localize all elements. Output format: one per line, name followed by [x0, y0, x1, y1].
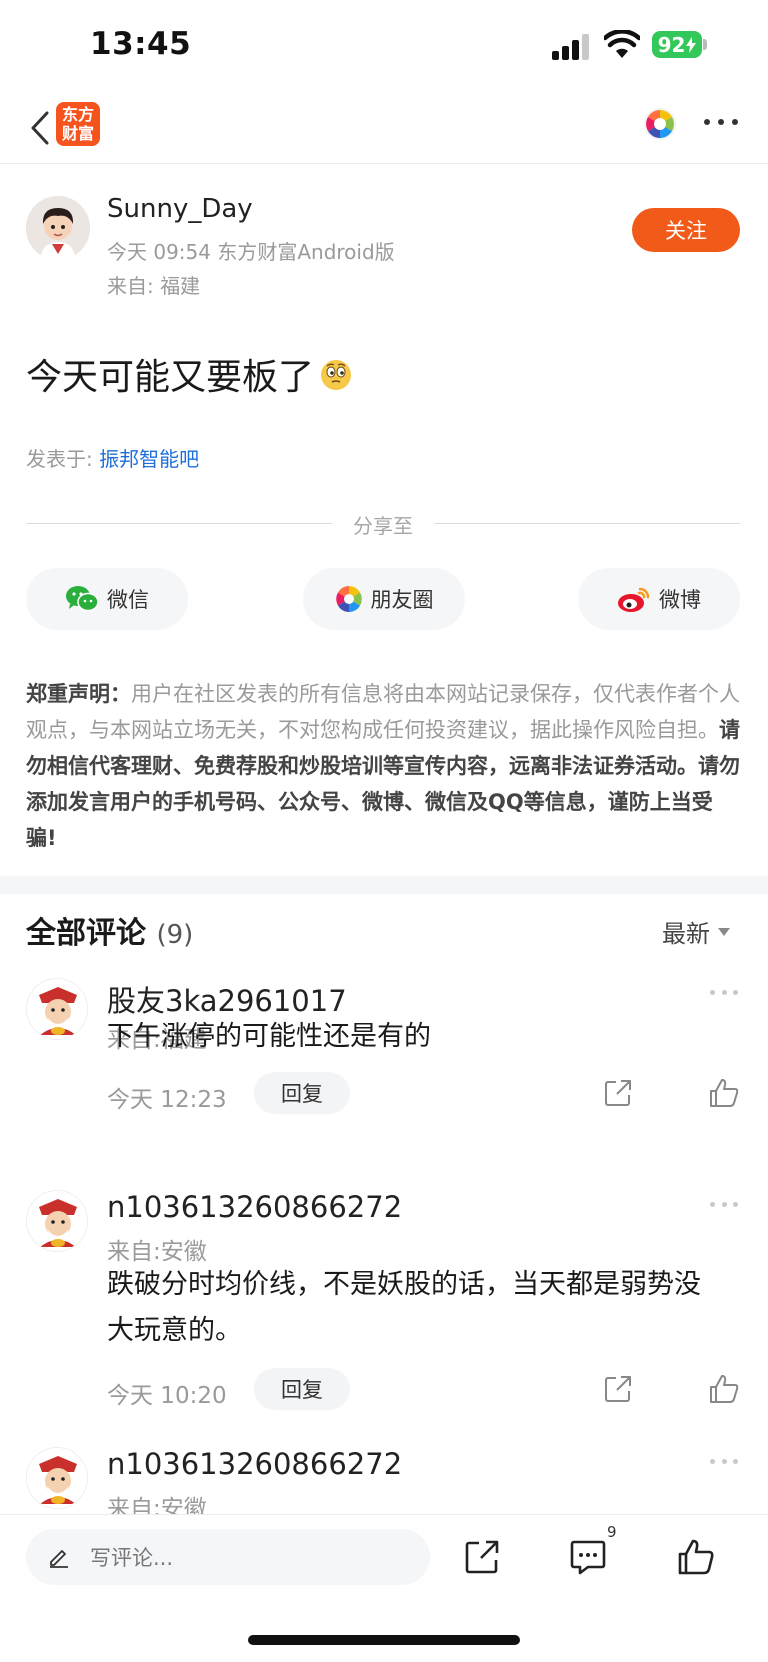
thumbs-up-icon[interactable] [708, 1373, 740, 1405]
bottom-action-bar: 写评论... 9 [0, 1514, 768, 1662]
back-button[interactable] [20, 104, 60, 152]
comment-time: 今天 10:20 [107, 1383, 227, 1409]
section-divider [0, 876, 768, 894]
wifi-icon [604, 30, 640, 58]
comment-text: 跌破分时均价线，不是妖股的话，当天都是弱势没大玩意的。 [107, 1269, 701, 1346]
battery-tip [703, 39, 707, 50]
commenter-location: 来自:安徽 [107, 1496, 207, 1514]
pencil-icon [50, 1550, 68, 1568]
commenter-location: 来自:安徽 [107, 1239, 207, 1265]
comment-text: 下午涨停的可能性还是有的 [107, 1021, 431, 1052]
follow-button[interactable]: 关注 [632, 208, 740, 252]
reply-button[interactable]: 回复 [254, 1368, 350, 1410]
nav-bar: 东方 财富 [0, 92, 768, 164]
app-logo[interactable]: 东方 财富 [56, 102, 100, 146]
comment-count-badge: 9 [607, 1523, 617, 1541]
moments-icon [335, 586, 362, 612]
sort-dropdown[interactable]: 最新 [662, 914, 730, 949]
post-title: 今天可能又要板了 [26, 348, 354, 400]
author-header: Sunny_Day 今天 09:54 东方财富Android版 来自: 福建 关… [0, 190, 768, 300]
moments-share-icon[interactable] [642, 106, 678, 142]
commenter-avatar[interactable] [26, 1447, 88, 1509]
share-wechat-button[interactable]: 微信 [26, 568, 188, 630]
comment-more-icon[interactable] [710, 1202, 738, 1210]
disclaimer-heading: 郑重声明： [26, 682, 131, 706]
share-icon[interactable] [602, 1373, 634, 1405]
comment-input[interactable]: 写评论... [26, 1529, 430, 1585]
author-name[interactable]: Sunny_Day [107, 194, 253, 224]
comment-more-icon[interactable] [710, 1459, 738, 1467]
comment-time: 今天 12:23 [107, 1087, 227, 1113]
forum-link[interactable]: 振邦智能吧 [99, 447, 199, 471]
caret-down-icon [718, 927, 730, 936]
post-meta: 今天 09:54 东方财富Android版 [107, 240, 395, 264]
more-options-icon[interactable] [704, 112, 738, 132]
wechat-icon [66, 586, 99, 612]
posted-in-label: 发表于: [26, 447, 93, 471]
comments-header: 全部评论 (9) [26, 908, 193, 952]
share-icon[interactable] [462, 1537, 502, 1577]
charging-icon [686, 36, 697, 53]
posted-in: 发表于: 振邦智能吧 [26, 443, 199, 472]
share-wechat-label: 微信 [107, 588, 149, 612]
signal-icon [552, 34, 592, 60]
share-divider: 分享至 [26, 508, 740, 538]
author-avatar[interactable] [26, 196, 90, 260]
home-indicator [248, 1635, 520, 1645]
comments-title: 全部评论 [26, 916, 146, 951]
chevron-left-icon [31, 111, 49, 145]
comments-count: (9) [156, 920, 194, 950]
thinking-face-emoji-icon [321, 360, 352, 390]
share-weibo-label: 微博 [659, 588, 701, 612]
share-weibo-button[interactable]: 微博 [578, 568, 740, 630]
sort-label: 最新 [662, 920, 710, 948]
comment-icon[interactable] [568, 1537, 608, 1577]
author-location: 来自: 福建 [107, 274, 201, 298]
commenter-name[interactable]: n103613260866272 [107, 1190, 402, 1224]
logo-text-top: 东方 [61, 105, 94, 124]
commenter-name[interactable]: n103613260866272 [107, 1447, 402, 1481]
post-title-text: 今天可能又要板了 [26, 357, 315, 398]
share-label: 分享至 [353, 514, 413, 538]
commenter-avatar[interactable] [26, 1190, 88, 1252]
battery-level: 92 [657, 32, 686, 57]
disclaimer-text: 用户在社区发表的所有信息将由本网站记录保存，仅代表作者个人观点，与本网站立场无关… [26, 682, 740, 742]
thumbs-up-icon[interactable] [676, 1537, 716, 1577]
comment-item: n103613260866272 来自:安徽 [0, 1447, 768, 1514]
status-time: 13:45 [90, 26, 192, 62]
comment-input-placeholder: 写评论... [90, 1546, 174, 1570]
share-moments-button[interactable]: 朋友圈 [303, 568, 465, 630]
disclaimer: 郑重声明：用户在社区发表的所有信息将由本网站记录保存，仅代表作者个人观点，与本网… [26, 676, 742, 856]
logo-text-bottom: 财富 [61, 124, 94, 143]
thumbs-up-icon[interactable] [708, 1077, 740, 1109]
reply-button[interactable]: 回复 [254, 1072, 350, 1114]
status-bar: 13:45 92 [0, 0, 768, 92]
commenter-avatar[interactable] [26, 978, 88, 1040]
comment-more-icon[interactable] [710, 990, 738, 998]
battery-indicator: 92 [652, 31, 702, 58]
share-moments-label: 朋友圈 [370, 588, 434, 612]
divider-line [434, 523, 740, 524]
share-icon[interactable] [602, 1077, 634, 1109]
weibo-icon [618, 587, 650, 612]
